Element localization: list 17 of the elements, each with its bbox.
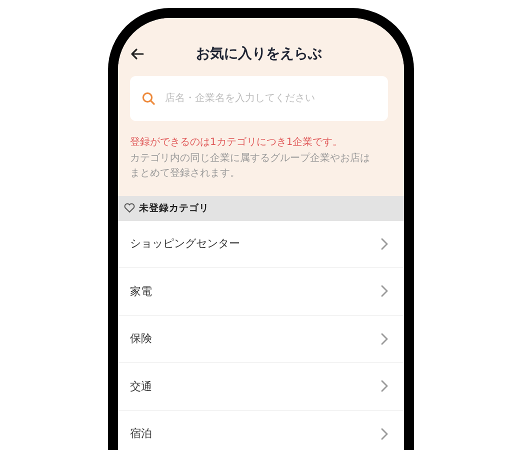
chevron-right-icon xyxy=(381,428,388,440)
notice-highlight: 登録ができるのは1カテゴリにつき1企業です。 xyxy=(130,136,344,150)
category-item[interactable]: 宿泊 xyxy=(118,410,404,450)
notice-text: カテゴリ内の同じ企業に属するグループ企業やお店はまとめて登録されます。 xyxy=(130,152,371,181)
category-item[interactable]: 保険 xyxy=(118,316,404,363)
screen-title: お気に入りをえらぶ xyxy=(196,45,322,63)
back-arrow-icon[interactable] xyxy=(130,48,144,60)
category-item[interactable]: 家電 xyxy=(118,268,404,316)
category-item[interactable]: 交通 xyxy=(118,363,404,410)
search-field[interactable]: 店名・企業名を入力してください xyxy=(130,76,388,121)
chevron-right-icon xyxy=(381,332,388,345)
chevron-right-icon xyxy=(381,285,388,298)
category-item[interactable]: ショッピングセンター xyxy=(118,220,404,268)
chevron-right-icon xyxy=(381,238,388,250)
heart-icon xyxy=(124,203,135,213)
chevron-right-icon xyxy=(381,380,388,392)
section-title: 未登録カテゴリ xyxy=(139,202,209,214)
